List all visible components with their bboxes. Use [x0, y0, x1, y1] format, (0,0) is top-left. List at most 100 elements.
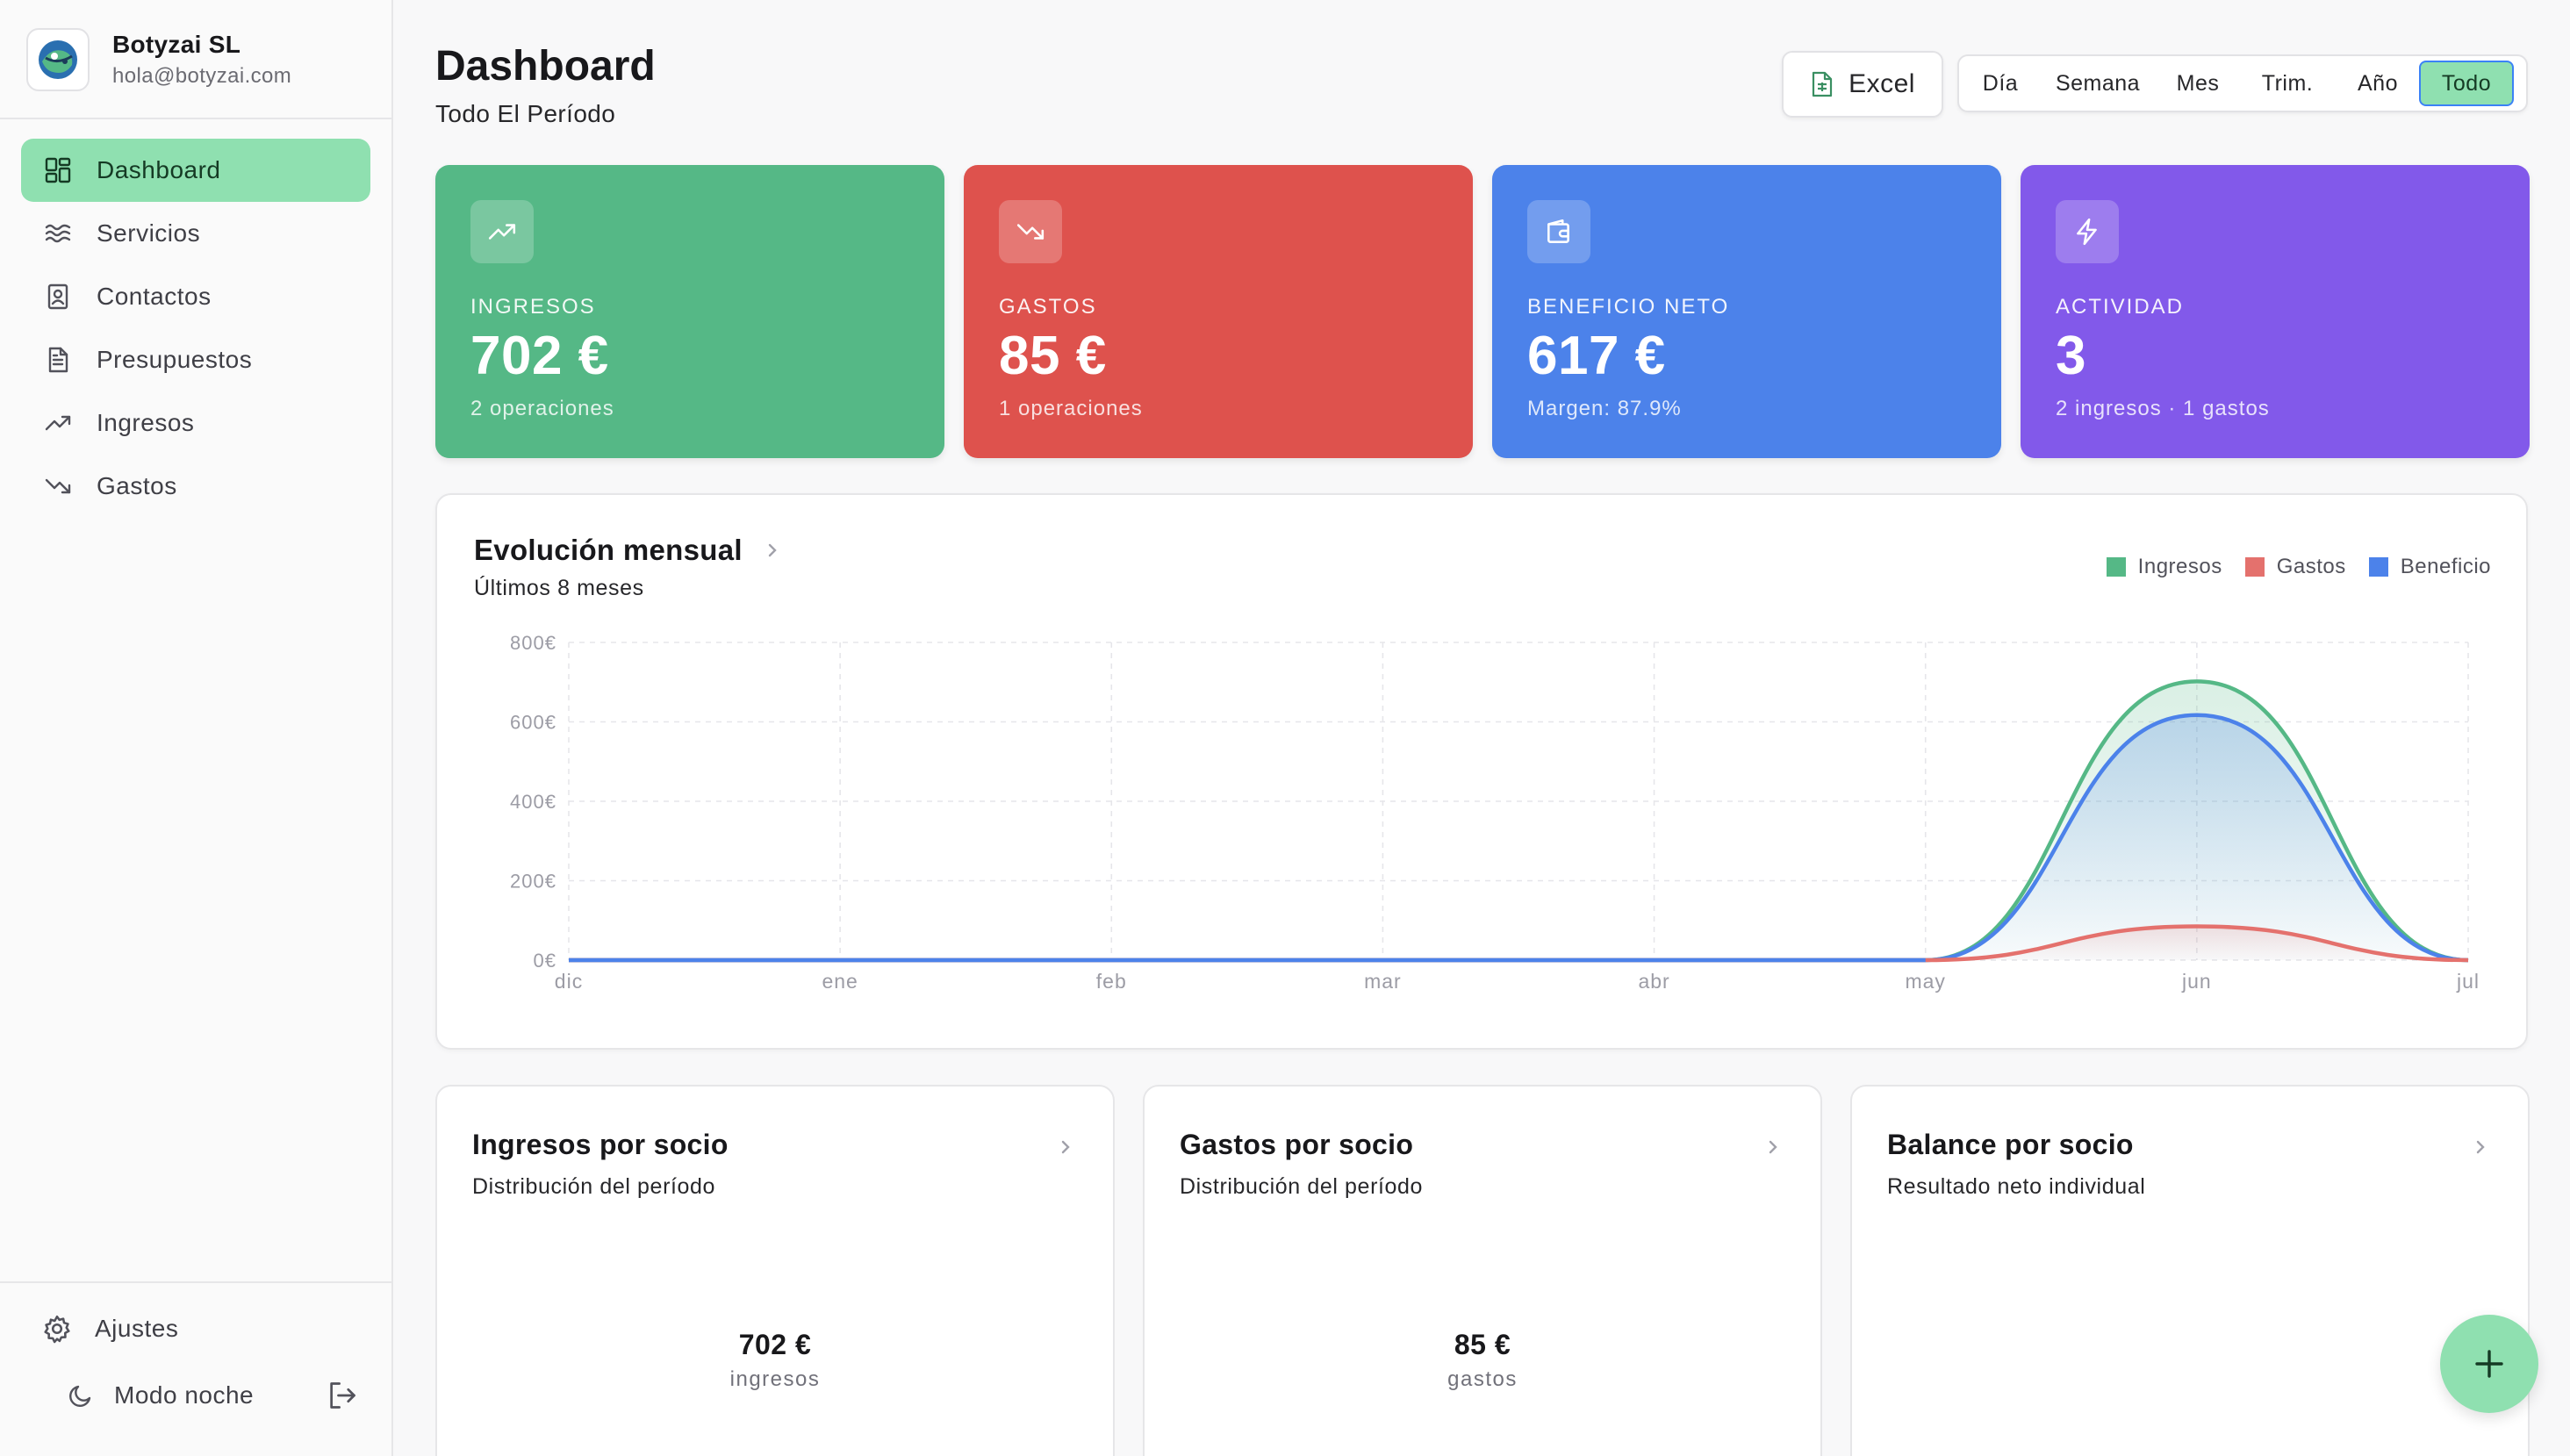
sidebar-item-contactos[interactable]: Contactos [21, 265, 370, 328]
chevron-right-icon[interactable] [1764, 1136, 1782, 1158]
chevron-right-icon[interactable] [1057, 1136, 1074, 1158]
x-tick-label: abr [1638, 970, 1669, 993]
plus-icon [2475, 1350, 2503, 1378]
add-fab-button[interactable] [2440, 1315, 2538, 1413]
chevron-right-icon[interactable] [2472, 1136, 2489, 1158]
sidebar-item-label: Gastos [97, 472, 177, 499]
trending-down-icon [42, 470, 74, 502]
night-mode-label: Modo noche [114, 1381, 255, 1409]
document-icon [42, 344, 74, 376]
kpi-label: INGRESOS [470, 295, 596, 319]
y-tick-label: 200€ [510, 871, 556, 893]
excel-label: Excel [1849, 69, 1915, 98]
donut-center-unit: gastos [1447, 1367, 1518, 1391]
gear-icon [44, 1315, 70, 1344]
moon-icon [69, 1385, 91, 1407]
kpi-subtext: 1 operaciones [999, 397, 1143, 420]
ingresos-por-socio-card[interactable]: Ingresos por socio Distribución del perí… [435, 1085, 1115, 1456]
brand-logo [26, 28, 90, 91]
trending-down-icon [999, 200, 1062, 263]
x-tick-label: feb [1096, 970, 1127, 993]
sidebar-item-label: Dashboard [97, 156, 221, 183]
kpi-label: BENEFICIO NETO [1527, 295, 1730, 319]
wallet-icon [1527, 200, 1590, 263]
sidebar-item-presupuestos[interactable]: Presupuestos [21, 328, 370, 391]
card-subtitle: Distribución del período [1180, 1174, 1424, 1199]
sidebar-bottom-divider [0, 1281, 391, 1283]
sidebar-item-label: Contactos [97, 283, 212, 310]
series-area-gastos [569, 926, 2468, 960]
trending-up-icon [470, 200, 534, 263]
card-subtitle: Distribución del período [472, 1174, 716, 1199]
sidebar-item-ingresos[interactable]: Ingresos [21, 391, 370, 455]
sidebar: Botyzai SL hola@botyzai.com Dashboard Se… [0, 0, 393, 1456]
period-dia[interactable]: Día [1963, 61, 2038, 106]
kpi-subtext: 2 ingresos · 1 gastos [2056, 397, 2270, 420]
spreadsheet-icon [1812, 71, 1833, 97]
series-area-beneficio [569, 714, 2468, 960]
logout-icon[interactable] [327, 1380, 358, 1411]
brand-email: hola@botyzai.com [112, 64, 292, 88]
card-title: Balance por socio [1887, 1129, 2134, 1160]
period-trim[interactable]: Trim. [2238, 61, 2337, 106]
sidebar-item-gastos[interactable]: Gastos [21, 455, 370, 518]
sidebar-nav: Dashboard Servicios Contactos Presupuest… [21, 139, 370, 518]
y-tick-label: 600€ [510, 712, 556, 734]
gastos-por-socio-card[interactable]: Gastos por socio Distribución del períod… [1143, 1085, 1822, 1456]
sidebar-item-label: Servicios [97, 219, 201, 247]
monthly-evolution-card: Evolución mensual Últimos 8 meses Ingres… [435, 493, 2528, 1050]
kpi-card-ingresos[interactable]: INGRESOS 702 € 2 operaciones [435, 165, 944, 458]
sidebar-divider [0, 118, 391, 119]
y-tick-label: 400€ [510, 791, 556, 813]
donut-center-value: 702 € [738, 1329, 812, 1360]
kpi-value: 3 [2056, 326, 2086, 386]
x-tick-label: jun [2181, 970, 2212, 993]
kpi-value: 617 € [1527, 326, 1666, 386]
sidebar-item-label: Presupuestos [97, 346, 253, 373]
contact-book-icon [42, 281, 74, 312]
x-tick-label: ene [822, 970, 858, 993]
card-title: Ingresos por socio [472, 1129, 729, 1160]
kpi-card-beneficio-neto[interactable]: BENEFICIO NETO 617 € Margen: 87.9% [1492, 165, 2001, 458]
page-title: Dashboard [435, 43, 656, 90]
kpi-card-gastos[interactable]: GASTOS 85 € 1 operaciones [964, 165, 1473, 458]
settings-button[interactable]: Ajustes [42, 1308, 178, 1350]
kpi-subtext: 2 operaciones [470, 397, 614, 420]
kpi-label: ACTIVIDAD [2056, 295, 2185, 319]
period-ano[interactable]: Año [2337, 61, 2419, 106]
card-subtitle: Resultado neto individual [1887, 1174, 2146, 1199]
kpi-card-actividad[interactable]: ACTIVIDAD 3 2 ingresos · 1 gastos [2021, 165, 2530, 458]
x-tick-label: jul [2456, 970, 2480, 993]
period-selector: Día Semana Mes Trim. Año Todo [1957, 54, 2528, 112]
excel-export-button[interactable]: Excel [1782, 51, 1943, 118]
donut-center-unit: ingresos [729, 1367, 821, 1391]
kpi-label: GASTOS [999, 295, 1097, 319]
period-todo[interactable]: Todo [2419, 61, 2514, 106]
kpi-subtext: Margen: 87.9% [1527, 397, 1682, 420]
kpi-value: 702 € [470, 326, 609, 386]
donut-center-value: 85 € [1454, 1329, 1511, 1360]
brand-header[interactable]: Botyzai SL hola@botyzai.com [26, 25, 367, 95]
period-mes[interactable]: Mes [2157, 61, 2238, 106]
lightning-icon [2056, 200, 2119, 263]
monthly-evolution-chart[interactable]: 0€ 200€ 400€ 600€ 800€ dic ene feb mar abr may jun j… [437, 495, 2526, 1048]
page-subtitle: Todo El Período [435, 100, 616, 127]
sidebar-item-dashboard[interactable]: Dashboard [21, 139, 370, 202]
period-semana[interactable]: Semana [2038, 61, 2157, 106]
balance-por-socio-card[interactable]: Balance por socio Resultado neto individ… [1850, 1085, 2530, 1456]
trending-up-icon [42, 407, 74, 439]
sidebar-item-label: Ingresos [97, 409, 195, 436]
dashboard-grid-icon [42, 154, 74, 186]
x-tick-label: mar [1364, 970, 1402, 993]
settings-label: Ajustes [95, 1315, 179, 1342]
brand-name: Botyzai SL [112, 31, 241, 58]
card-title: Gastos por socio [1180, 1129, 1414, 1160]
kpi-value: 85 € [999, 326, 1107, 386]
y-tick-label: 800€ [510, 632, 556, 654]
x-tick-label: dic [555, 970, 583, 993]
sidebar-item-servicios[interactable]: Servicios [21, 202, 370, 265]
night-mode-toggle[interactable]: Modo noche [67, 1374, 254, 1417]
waves-icon [42, 218, 74, 249]
x-tick-label: may [1905, 970, 1945, 993]
y-tick-label: 0€ [534, 950, 556, 972]
